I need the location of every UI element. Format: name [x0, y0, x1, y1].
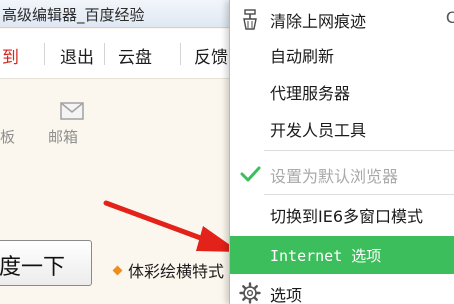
mail-shortcut[interactable]: 邮箱	[48, 102, 88, 150]
gear-icon	[239, 282, 261, 304]
menu-item-auto-refresh[interactable]: 自动刷新	[230, 35, 454, 73]
search-button-label: 度一下	[0, 255, 66, 280]
menu-label: 开发人员工具	[270, 121, 367, 140]
nav-separator	[104, 43, 105, 65]
news-item[interactable]: 体彩绘横特式	[112, 258, 225, 282]
menu-item-proxy-server[interactable]: 代理服务器	[230, 72, 454, 110]
news-text: 体彩绘横特式	[128, 262, 225, 281]
menu-label: 自动刷新	[270, 47, 335, 66]
checkmark-icon	[240, 166, 261, 182]
nav-item-logout[interactable]: 退出	[60, 43, 94, 68]
nav-item-partial[interactable]: 到	[2, 43, 19, 68]
menu-label: 选项	[270, 286, 303, 304]
partial-label: 板	[0, 128, 16, 146]
menu-item-developer-tools[interactable]: 开发人员工具	[230, 109, 454, 147]
menu-item-clear-history[interactable]: 清除上网痕迹 C	[230, 0, 454, 38]
menu-shortcut: C	[445, 8, 454, 27]
window-title: 高级编辑器_百度经验	[2, 6, 145, 24]
nav-item-cloud-disk[interactable]: 云盘	[118, 43, 152, 68]
menu-item-options[interactable]: 选项	[230, 274, 454, 304]
nav-separator	[180, 43, 181, 65]
menu-label: 代理服务器	[270, 84, 351, 103]
bullet-icon	[112, 265, 123, 276]
menu-divider	[264, 150, 454, 151]
nav-separator	[44, 43, 45, 65]
search-button[interactable]: 度一下	[0, 240, 92, 286]
menu-label: 切换到IE6多窗口模式	[270, 207, 424, 226]
broom-icon	[243, 9, 257, 30]
menu-item-internet-options[interactable]: Internet 选项	[230, 236, 454, 274]
mail-icon	[60, 102, 84, 120]
mail-label: 邮箱	[48, 128, 79, 146]
menu-label: 设置为默认浏览器	[270, 167, 399, 186]
menu-item-ie6-multi-window[interactable]: 切换到IE6多窗口模式	[230, 195, 454, 233]
menu-label: Internet 选项	[270, 247, 382, 265]
menu-label: 清除上网痕迹	[270, 12, 367, 31]
context-menu: 清除上网痕迹 C 自动刷新 代理服务器 开发人员工具 设置为默认浏览器 切换到I…	[229, 0, 454, 304]
nav-item-feedback[interactable]: 反馈	[194, 43, 228, 68]
menu-item-set-default-browser: 设置为默认浏览器	[230, 155, 454, 193]
